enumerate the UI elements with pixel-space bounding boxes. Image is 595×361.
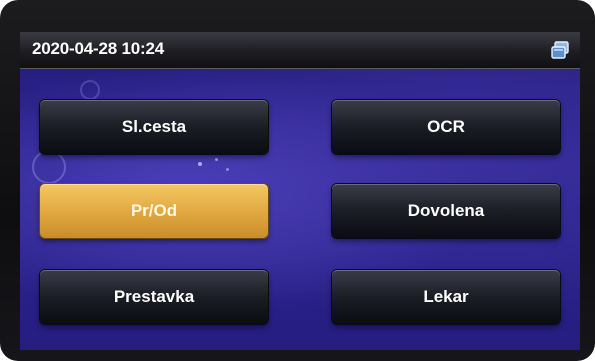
button-label: OCR bbox=[427, 117, 465, 136]
decor-sparkle bbox=[198, 162, 202, 166]
decor-sparkle bbox=[215, 158, 218, 161]
decor-bubble bbox=[32, 150, 66, 184]
window-switch-icon[interactable] bbox=[550, 40, 570, 60]
button-label: Prestavka bbox=[113, 287, 195, 306]
button-label: Pr/Od bbox=[130, 201, 178, 220]
prestavka-button[interactable]: Prestavka bbox=[40, 270, 268, 324]
button-label: Dovolena bbox=[407, 201, 485, 220]
ocr-button[interactable]: OCR bbox=[332, 100, 560, 154]
decor-sparkle bbox=[226, 168, 229, 171]
dovolena-button[interactable]: Dovolena bbox=[332, 184, 560, 238]
button-label: Sl.cesta bbox=[121, 117, 187, 136]
decor-bubble bbox=[80, 80, 100, 100]
lekar-button[interactable]: Lekar bbox=[332, 270, 560, 324]
button-label: Lekar bbox=[423, 287, 469, 306]
device-screen: 2020-04-28 10:24 Sl.cesta OCR Pr/Od Dovo… bbox=[20, 32, 580, 350]
status-bar: 2020-04-28 10:24 bbox=[20, 32, 580, 69]
sl-cesta-button[interactable]: Sl.cesta bbox=[40, 100, 268, 154]
pr-od-button[interactable]: Pr/Od bbox=[40, 184, 268, 238]
datetime-label: 2020-04-28 10:24 bbox=[32, 39, 164, 58]
